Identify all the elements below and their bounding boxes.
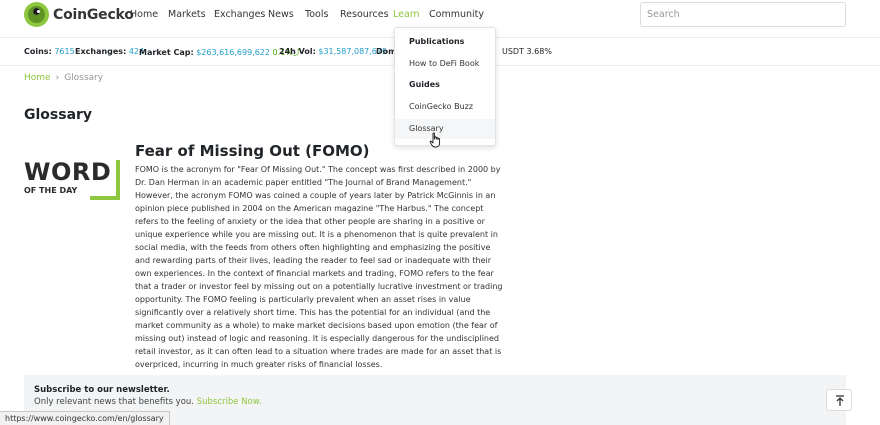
stat-coins: Coins: 7615	[24, 47, 75, 56]
arrow-up-icon	[836, 395, 844, 406]
gecko-logo-icon	[24, 2, 49, 27]
stat-market-cap-value[interactable]: $263,616,699,622	[196, 48, 270, 57]
learn-dropdown-menu: Publications How to DeFi Book Guides Coi…	[394, 27, 496, 146]
nav-tools[interactable]: Tools	[305, 9, 328, 20]
dropdown-section-publications: Publications	[409, 37, 465, 46]
stat-volume: 24h Vol: $31,587,087,675	[279, 47, 387, 56]
back-to-top-button[interactable]	[826, 389, 852, 411]
brand-name: CoinGecko	[53, 6, 134, 23]
nav-resources[interactable]: Resources	[340, 9, 389, 20]
newsletter-text: Only relevant news that benefits you. Su…	[34, 397, 262, 407]
stat-coins-value[interactable]: 7615	[54, 47, 74, 56]
coingecko-logo[interactable]: CoinGecko	[24, 2, 134, 27]
nav-news[interactable]: News	[268, 9, 294, 20]
stat-market-cap: Market Cap: $263,616,699,622 0.1%⤴	[139, 47, 301, 58]
stat-volume-label: 24h Vol:	[279, 47, 316, 56]
nav-community[interactable]: Community	[429, 9, 484, 20]
stat-exchanges: Exchanges: 424	[75, 47, 144, 56]
dropdown-item-coingecko-buzz[interactable]: CoinGecko Buzz	[395, 97, 495, 117]
breadcrumb-home[interactable]: Home	[24, 73, 51, 83]
nav-markets[interactable]: Markets	[168, 9, 206, 20]
subscribe-link[interactable]: Subscribe Now.	[197, 397, 262, 407]
stat-market-cap-label: Market Cap:	[139, 48, 194, 57]
nav-learn[interactable]: Learn	[393, 9, 420, 20]
word-of-the-day-badge: WORD OF THE DAY	[24, 160, 120, 202]
newsletter-title: Subscribe to our newsletter.	[34, 385, 170, 395]
nav-exchanges[interactable]: Exchanges	[214, 9, 265, 20]
chevron-right-icon: ›	[55, 73, 60, 83]
badge-bracket	[90, 160, 120, 200]
term-definition: FOMO is the acronym for "Fear Of Missing…	[135, 165, 503, 369]
term-title: Fear of Missing Out (FOMO)	[135, 142, 370, 160]
breadcrumb-current: Glossary	[64, 73, 104, 83]
stat-coins-label: Coins:	[24, 47, 52, 56]
nav-home[interactable]: Home	[130, 9, 158, 20]
newsletter-description: Only relevant news that benefits you.	[34, 397, 195, 407]
page-title: Glossary	[24, 107, 93, 123]
stat-usdt: USDT 3.68%	[502, 47, 552, 56]
breadcrumb: Home › Glossary	[24, 73, 103, 83]
dropdown-item-glossary[interactable]: Glossary	[395, 119, 495, 139]
hand-pointer-icon	[429, 132, 441, 148]
stat-exchanges-label: Exchanges:	[75, 47, 127, 56]
search-input[interactable]	[640, 2, 846, 27]
browser-status-url: https://www.coingecko.com/en/glossary	[0, 411, 170, 425]
dropdown-item-defi-book[interactable]: How to DeFi Book	[395, 54, 495, 74]
dropdown-section-guides: Guides	[409, 80, 440, 89]
